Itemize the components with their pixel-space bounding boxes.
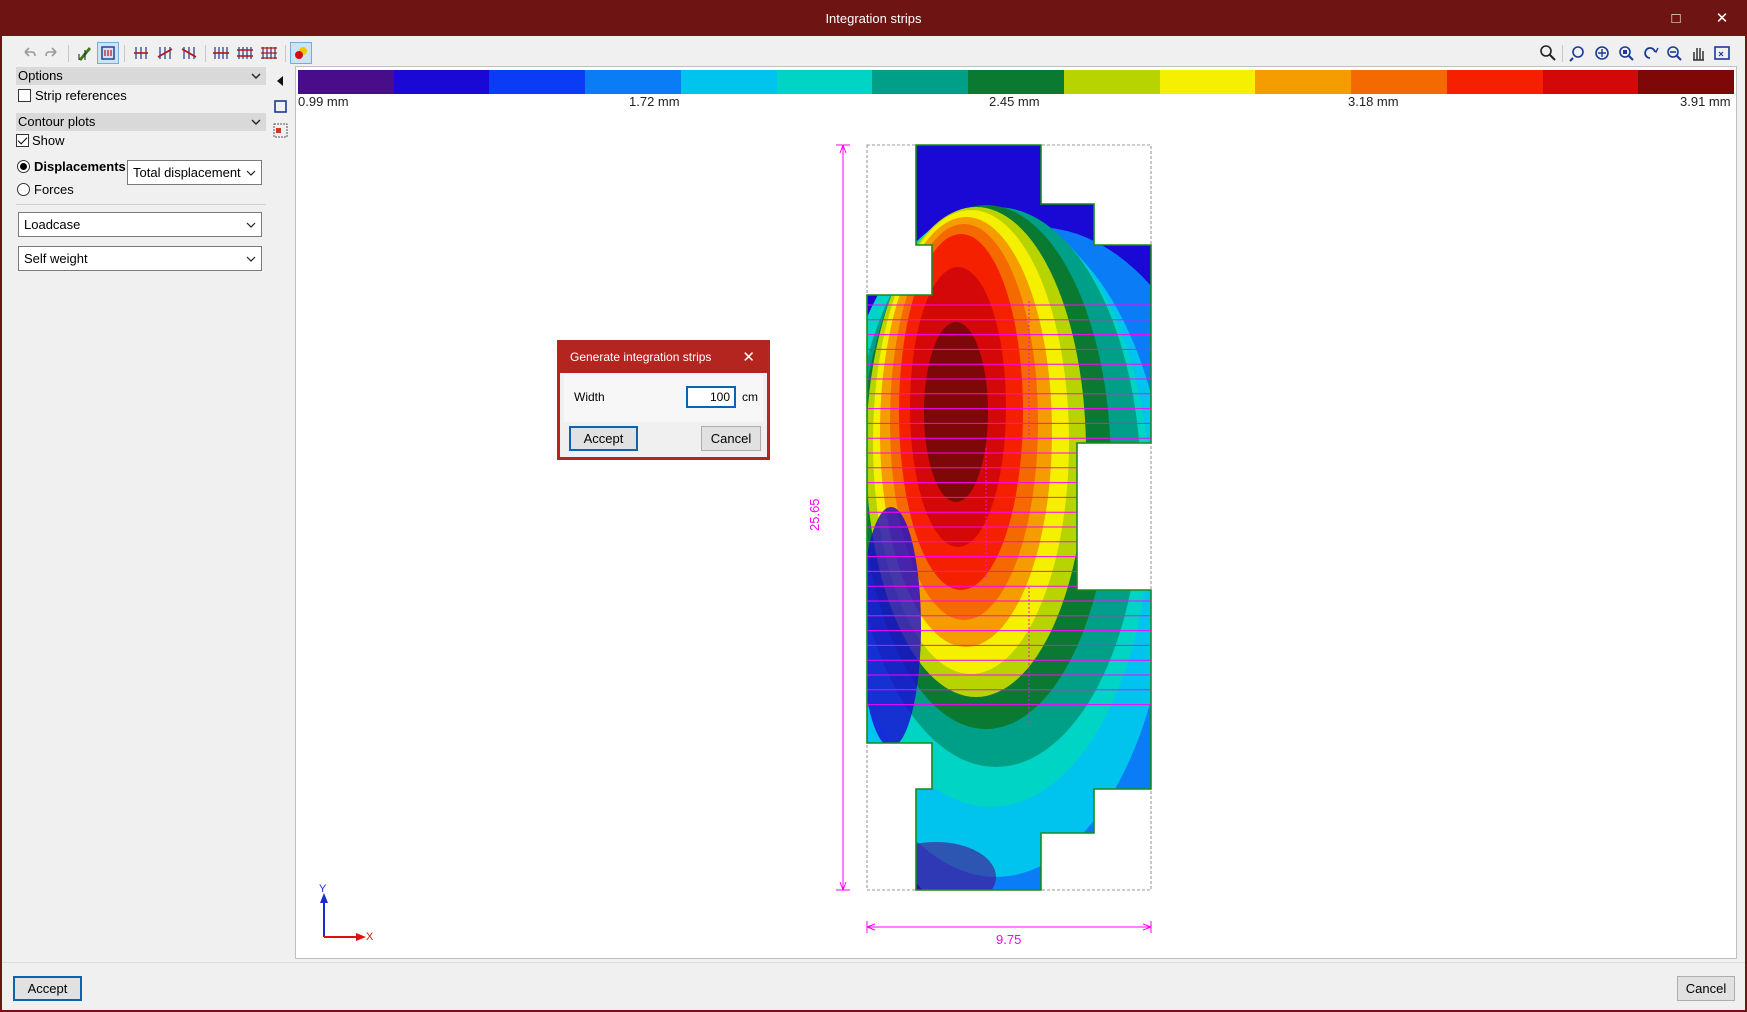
loadcase-value: Self weight <box>24 251 88 266</box>
close-icon[interactable]: ✕ <box>742 343 755 372</box>
close-window-button[interactable]: ✕ <box>1699 2 1745 36</box>
window-title: Integration strips <box>825 11 922 26</box>
zoom-prev-icon[interactable] <box>1567 42 1589 64</box>
dialog-body: Width 100 cm <box>564 375 763 422</box>
options-header-label: Options <box>18 68 63 83</box>
contour-plots-section-header[interactable]: Contour plots <box>16 113 266 131</box>
chevron-down-icon <box>246 247 256 279</box>
generate-strips-dialog: Generate integration strips ✕ Width 100 … <box>557 340 770 460</box>
dialog-title: Generate integration strips <box>570 350 712 364</box>
width-input[interactable]: 100 <box>686 386 736 408</box>
search-icon[interactable] <box>1537 42 1559 64</box>
pan-hand-icon[interactable] <box>1687 42 1709 64</box>
slab-drawing <box>320 144 1152 941</box>
axis-indicator <box>320 893 366 941</box>
strip-references-checkbox[interactable] <box>18 89 31 102</box>
y-axis-label: Y <box>319 883 327 895</box>
accept-button[interactable]: Accept <box>13 976 82 1001</box>
strip-layout-icon[interactable] <box>97 42 119 64</box>
strip-add-2-icon[interactable] <box>154 42 176 64</box>
forces-radio[interactable] <box>17 183 30 196</box>
rotate-view-icon[interactable] <box>1639 42 1661 64</box>
rectangle-view-icon[interactable] <box>273 99 289 118</box>
collapse-panel-icon[interactable] <box>273 74 287 91</box>
height-dimension-label: 25.65 <box>807 498 822 531</box>
grid-settings-icon[interactable] <box>273 123 289 142</box>
zoom-out-icon[interactable] <box>1663 42 1685 64</box>
bottom-bar: Accept Cancel <box>2 962 1745 1010</box>
drawing-canvas[interactable]: 0.99 mm 1.72 mm 2.45 mm 3.18 mm 3.91 mm <box>295 66 1737 959</box>
width-unit-label: cm <box>742 390 758 404</box>
chevron-down-icon <box>250 67 262 90</box>
displacement-type-value: Total displacement <box>133 165 241 180</box>
side-tool-strip <box>270 66 294 959</box>
zoom-extents-icon[interactable] <box>1591 42 1613 64</box>
displacements-label: Displacements <box>34 159 126 174</box>
left-panel: Options Strip references Contour plots S… <box>14 66 266 959</box>
strip-add-1-icon[interactable] <box>130 42 152 64</box>
dialog-header: Generate integration strips ✕ <box>560 343 767 373</box>
chevron-down-icon <box>250 113 262 136</box>
strip-add-3-icon[interactable] <box>178 42 200 64</box>
show-contour-label: Show <box>32 133 65 148</box>
show-contour-checkbox[interactable] <box>16 134 29 147</box>
view-2d-icon[interactable] <box>1711 42 1733 64</box>
width-label: Width <box>574 390 605 404</box>
displacements-radio[interactable] <box>17 160 30 173</box>
cancel-button[interactable]: Cancel <box>1677 976 1735 1001</box>
loadcase-type-select[interactable]: Loadcase <box>18 212 262 237</box>
integration-strips-window: Integration strips □ ✕ Options Strip ref… <box>0 0 1747 1012</box>
forces-label: Forces <box>34 182 74 197</box>
loadcase-select[interactable]: Self weight <box>18 246 262 271</box>
maximize-button[interactable]: □ <box>1653 2 1699 36</box>
dialog-cancel-button[interactable]: Cancel <box>701 426 761 451</box>
dialog-accept-button[interactable]: Accept <box>569 426 638 451</box>
x-axis-label: X <box>366 931 374 943</box>
redo-icon[interactable] <box>41 42 63 64</box>
edit-strip-icon[interactable] <box>74 42 96 64</box>
undo-icon[interactable] <box>18 42 40 64</box>
height-dimension <box>836 144 850 891</box>
loadcase-type-value: Loadcase <box>24 217 81 232</box>
chevron-down-icon <box>246 213 256 245</box>
strip-references-label: Strip references <box>35 88 127 103</box>
chevron-down-icon <box>246 161 256 193</box>
strip-gen-3-icon[interactable] <box>258 42 280 64</box>
title-bar: Integration strips □ ✕ <box>2 2 1745 36</box>
strip-gen-1-icon[interactable] <box>210 42 232 64</box>
options-section-header[interactable]: Options <box>16 67 266 85</box>
toolbar <box>12 42 1737 66</box>
contour-toggle-icon[interactable] <box>290 42 312 64</box>
strip-gen-2-icon[interactable] <box>234 42 256 64</box>
displacement-type-select[interactable]: Total displacement <box>127 160 262 185</box>
contour-plots-header-label: Contour plots <box>18 114 96 129</box>
zoom-window-icon[interactable] <box>1615 42 1637 64</box>
width-dimension-label: 9.75 <box>996 932 1022 947</box>
